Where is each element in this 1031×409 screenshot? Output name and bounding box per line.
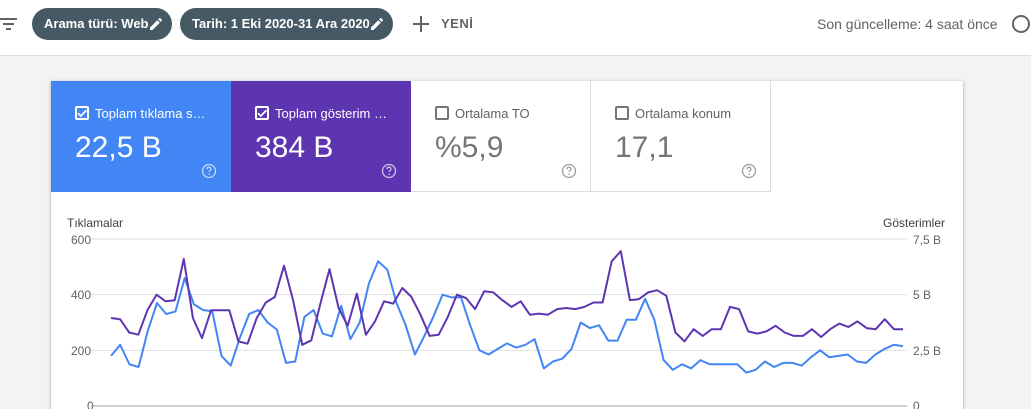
help-icon[interactable]: [1011, 14, 1031, 34]
last-update-text: Son güncelleme: 4 saat önce: [817, 16, 998, 32]
performance-line-chart[interactable]: [51, 81, 963, 409]
chart-series: [110, 250, 904, 374]
new-filter-label: YENİ: [441, 16, 474, 31]
clicks-series-line: [110, 260, 904, 374]
plus-icon: [413, 16, 429, 32]
search-type-chip[interactable]: Arama türü: Web: [32, 8, 172, 40]
edit-pencil-icon[interactable]: [369, 16, 385, 32]
date-range-chip[interactable]: Tarih: 1 Eki 2020-31 Ara 2020: [180, 8, 393, 40]
search-type-chip-label: Arama türü: Web: [44, 16, 149, 31]
date-range-chip-label: Tarih: 1 Eki 2020-31 Ara 2020: [192, 16, 370, 31]
top-toolbar: Arama türü: Web Tarih: 1 Eki 2020-31 Ara…: [0, 0, 1031, 56]
impressions-series-line: [110, 250, 903, 346]
filter-list-icon[interactable]: [0, 14, 20, 34]
new-filter-button[interactable]: YENİ: [408, 10, 478, 38]
performance-card: Toplam tıklama s… 22,5 B Toplam gösterim…: [51, 81, 963, 409]
chart-gridlines: [91, 238, 907, 407]
edit-pencil-icon[interactable]: [148, 16, 164, 32]
